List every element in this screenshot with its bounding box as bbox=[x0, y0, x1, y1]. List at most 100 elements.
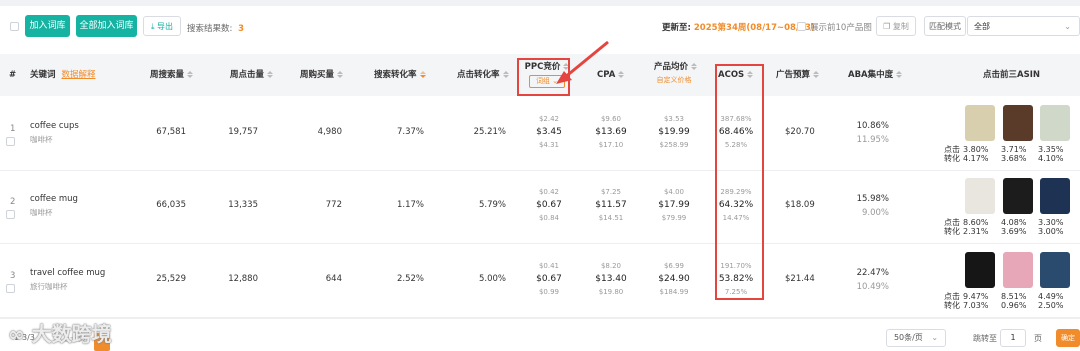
col-aba-concentration[interactable]: ABA集中度 bbox=[848, 54, 903, 96]
table-row[interactable]: 1 coffee cups 咖啡杯 67,581 19,757 4,980 7.… bbox=[0, 97, 1080, 171]
asin-conv-share: 2.50% bbox=[1038, 301, 1064, 310]
col-label: 点击转化率 bbox=[457, 70, 500, 80]
col-keyword: 关键词 数据解释 bbox=[30, 54, 96, 96]
keyword-text[interactable]: travel coffee mug bbox=[30, 268, 105, 278]
results-label: 搜索结果数: bbox=[187, 24, 233, 34]
col-keyword-label: 关键词 bbox=[30, 70, 56, 80]
goto-page-input[interactable]: 1 bbox=[1000, 329, 1026, 347]
price-high: $258.99 bbox=[659, 141, 689, 149]
price-mid: $17.99 bbox=[658, 200, 690, 210]
weekly-searches-value: 25,529 bbox=[156, 274, 186, 284]
asin-click-label: 点击 bbox=[944, 218, 960, 227]
show-top10-checkbox[interactable] bbox=[797, 22, 806, 31]
export-button[interactable]: ⤓ 导出 bbox=[143, 16, 181, 36]
asin-product-image[interactable] bbox=[1003, 178, 1033, 214]
asin-conv-share: 4.10% bbox=[1038, 154, 1064, 163]
avg-price-values: $3.53 $19.99 $258.99 bbox=[644, 113, 704, 152]
copy-button[interactable]: ❐ 复制 bbox=[876, 16, 916, 36]
confirm-button[interactable]: 确定 bbox=[1056, 329, 1080, 347]
col-weekly-clicks[interactable]: 周点击量 bbox=[230, 54, 274, 96]
col-top3-asin: 点击前三ASIN bbox=[983, 70, 1040, 80]
col-weekly-searches[interactable]: 周搜索量 bbox=[150, 54, 194, 96]
asin-click-share: 3.30% bbox=[1038, 218, 1064, 227]
cpa-values: $9.60 $13.69 $17.10 bbox=[581, 113, 641, 152]
ppc-bid-values: $2.42 $3.45 $4.31 bbox=[519, 113, 579, 152]
custom-price-link[interactable]: 自定义价格 bbox=[654, 74, 694, 87]
asin-metrics: 8.60% 2.31% bbox=[963, 218, 988, 236]
sort-icon bbox=[691, 63, 698, 70]
col-label: 广告预算 bbox=[776, 70, 811, 80]
search-conversion-value: 1.17% bbox=[396, 200, 424, 210]
ppc-high: $0.84 bbox=[538, 214, 560, 222]
keyword-text[interactable]: coffee cups bbox=[30, 121, 79, 131]
col-avg-price[interactable]: 产品均价 自定义价格 bbox=[654, 61, 698, 91]
col-ad-budget[interactable]: 广告预算 bbox=[776, 54, 820, 96]
col-label: 周搜索量 bbox=[150, 70, 185, 80]
copy-icon: ❐ bbox=[883, 22, 891, 31]
watermark-symbol-icon: ∞ bbox=[8, 322, 25, 346]
keyword-translation: 咖啡杯 bbox=[30, 135, 53, 144]
ppc-mid: $0.67 bbox=[536, 274, 562, 284]
col-search-conversion[interactable]: 搜索转化率 bbox=[374, 54, 426, 96]
row-checkbox[interactable] bbox=[6, 137, 15, 146]
ppc-mid: $0.67 bbox=[536, 200, 562, 210]
asin-product-image[interactable] bbox=[965, 178, 995, 214]
sort-icon bbox=[267, 71, 274, 78]
keyword-text[interactable]: coffee mug bbox=[30, 194, 78, 204]
asin-product-image[interactable] bbox=[1040, 178, 1070, 214]
asin-metrics: 3.30% 3.00% bbox=[1038, 218, 1063, 236]
add-all-to-lexicon-button[interactable]: 全部加入词库 bbox=[76, 15, 137, 37]
cpa-mid: $13.69 bbox=[595, 127, 627, 137]
asin-conv-label: 转化 bbox=[944, 301, 960, 310]
asin-product-image[interactable] bbox=[1040, 105, 1070, 141]
page-size-select[interactable]: 50条/页 ⌄ bbox=[886, 329, 946, 347]
ppc-bid-values: $0.42 $0.67 $0.84 bbox=[519, 186, 579, 225]
asin-click-label: 点击 bbox=[944, 292, 960, 301]
asin-conv-label: 转化 bbox=[944, 227, 960, 236]
search-conversion-value: 7.37% bbox=[396, 127, 424, 137]
asin-metrics: 4.49% 2.50% bbox=[1038, 292, 1063, 310]
asin-product-image[interactable] bbox=[1040, 252, 1070, 288]
asin-product-image[interactable] bbox=[1003, 105, 1033, 141]
results-count: 3 bbox=[238, 24, 244, 34]
row-checkbox[interactable] bbox=[6, 284, 15, 293]
cpa-low: $7.25 bbox=[600, 188, 622, 196]
update-info: 更新至: 2025第34周(08/17~08/23) bbox=[662, 21, 815, 33]
data-explain-link[interactable]: 数据解释 bbox=[61, 70, 95, 80]
cpa-mid: $11.57 bbox=[595, 200, 627, 210]
asin-metrics: 9.47% 7.03% bbox=[963, 292, 988, 310]
ad-budget-value: $20.70 bbox=[785, 127, 815, 137]
match-mode-select[interactable]: 全部 ⌄ bbox=[967, 16, 1080, 36]
asin-click-share: 4.08% bbox=[1001, 218, 1027, 227]
sort-icon bbox=[502, 71, 509, 78]
weekly-searches-value: 67,581 bbox=[156, 127, 186, 137]
price-mid: $24.90 bbox=[658, 274, 690, 284]
ppc-high: $0.99 bbox=[538, 288, 560, 296]
asin-product-image[interactable] bbox=[965, 252, 995, 288]
download-icon: ⤓ bbox=[150, 22, 155, 31]
sort-icon bbox=[896, 71, 903, 78]
col-weekly-purchases[interactable]: 周购买量 bbox=[300, 54, 344, 96]
asin-click-label: 点击 bbox=[944, 145, 960, 154]
asin-click-share: 3.71% bbox=[1001, 145, 1027, 154]
row-checkbox[interactable] bbox=[6, 210, 15, 219]
asin-product-image[interactable] bbox=[1003, 252, 1033, 288]
table-row[interactable]: 3 travel coffee mug 旅行咖啡杯 25,529 12,880 … bbox=[0, 244, 1080, 318]
asin-product-image[interactable] bbox=[965, 105, 995, 141]
asin-click-share: 8.60% bbox=[963, 218, 989, 227]
col-click-conversion[interactable]: 点击转化率 bbox=[457, 54, 509, 96]
sort-icon bbox=[187, 71, 194, 78]
aba-bottom: 11.95% bbox=[856, 135, 889, 145]
ppc-low: $2.42 bbox=[538, 115, 560, 123]
click-conversion-value: 5.79% bbox=[478, 200, 506, 210]
asin-metrics: 4.08% 3.69% bbox=[1001, 218, 1026, 236]
pagination-bar: 1-3/3 上一页 50条/页 ⌄ 跳转至 1 页 确定 bbox=[0, 318, 1080, 351]
select-all-checkbox[interactable] bbox=[10, 22, 19, 31]
toolbar: 加入词库 全部加入词库 ⤓ 导出 搜索结果数: 3 更新至: 2025第34周(… bbox=[0, 6, 1080, 48]
add-to-lexicon-button[interactable]: 加入词库 bbox=[25, 15, 70, 37]
cpa-high: $19.80 bbox=[598, 288, 624, 296]
asin-click-share: 4.49% bbox=[1038, 292, 1064, 301]
col-label: 周购买量 bbox=[300, 70, 335, 80]
asin-conv-share: 3.68% bbox=[1001, 154, 1027, 163]
table-row[interactable]: 2 coffee mug 咖啡杯 66,035 13,335 772 1.17%… bbox=[0, 170, 1080, 244]
